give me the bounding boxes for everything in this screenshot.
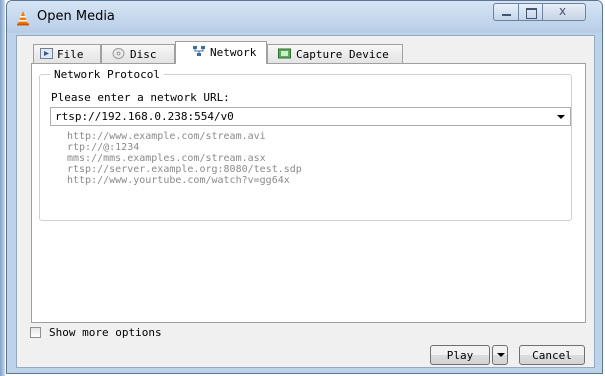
url-example: mms://mms.examples.com/stream.asx [67, 153, 266, 164]
maximize-icon [526, 8, 537, 19]
network-url-value[interactable]: rtsp://192.168.0.238:554/v0 [55, 110, 234, 123]
network-url-input[interactable]: rtsp://192.168.0.238:554/v0 [50, 107, 571, 126]
title-bar[interactable]: Open Media x [7, 1, 602, 33]
network-panel: Network Protocol Please enter a network … [31, 63, 586, 323]
vlc-cone-icon [17, 11, 29, 26]
tab-capture-device-label: Capture Device [296, 48, 389, 61]
url-prompt-label: Please enter a network URL: [51, 91, 230, 104]
url-example: http://www.yourtube.com/watch?v=gg64x [67, 175, 290, 186]
tab-file-label: File [57, 48, 84, 61]
capture-device-icon [278, 48, 291, 59]
url-example: rtsp://server.example.org:8080/test.sdp [67, 164, 302, 175]
group-title: Network Protocol [50, 68, 164, 81]
play-button[interactable]: Play [430, 345, 490, 365]
url-example: http://www.example.com/stream.avi [67, 131, 266, 142]
play-options-dropdown-button[interactable] [492, 345, 508, 365]
tab-file[interactable]: File [33, 44, 101, 63]
tab-disc-label: Disc [130, 48, 157, 61]
disc-icon [112, 48, 125, 59]
minimize-icon [502, 14, 511, 16]
network-protocol-group: Network Protocol Please enter a network … [39, 68, 572, 221]
close-icon: x [559, 4, 567, 18]
minimize-button[interactable] [493, 3, 519, 21]
play-button-label: Play [446, 349, 474, 362]
cancel-button[interactable]: Cancel [519, 345, 585, 365]
tab-network[interactable]: Network [175, 41, 267, 64]
tab-network-label: Network [210, 46, 257, 59]
chevron-down-icon[interactable] [557, 115, 565, 119]
file-icon [40, 48, 53, 59]
show-more-options-label[interactable]: Show more options [49, 326, 162, 339]
close-button[interactable]: x [542, 3, 586, 21]
tab-disc[interactable]: Disc [101, 44, 175, 63]
url-example: rtp://@:1234 [67, 142, 140, 153]
url-examples: http://www.example.com/stream.avi rtp://… [67, 131, 302, 186]
chevron-down-icon [497, 353, 505, 357]
cancel-button-label: Cancel [532, 349, 572, 362]
show-more-options-checkbox[interactable] [30, 327, 41, 338]
maximize-button[interactable] [518, 3, 543, 21]
background-desktop-edge [0, 0, 5, 376]
tab-capture-device[interactable]: Capture Device [267, 44, 403, 63]
dialog-body: File Disc Network Capture Device Network… [16, 35, 595, 368]
network-icon [193, 46, 205, 56]
open-media-dialog: Open Media x File Disc Network Capture D… [6, 0, 603, 374]
window-title: Open Media [37, 9, 115, 24]
